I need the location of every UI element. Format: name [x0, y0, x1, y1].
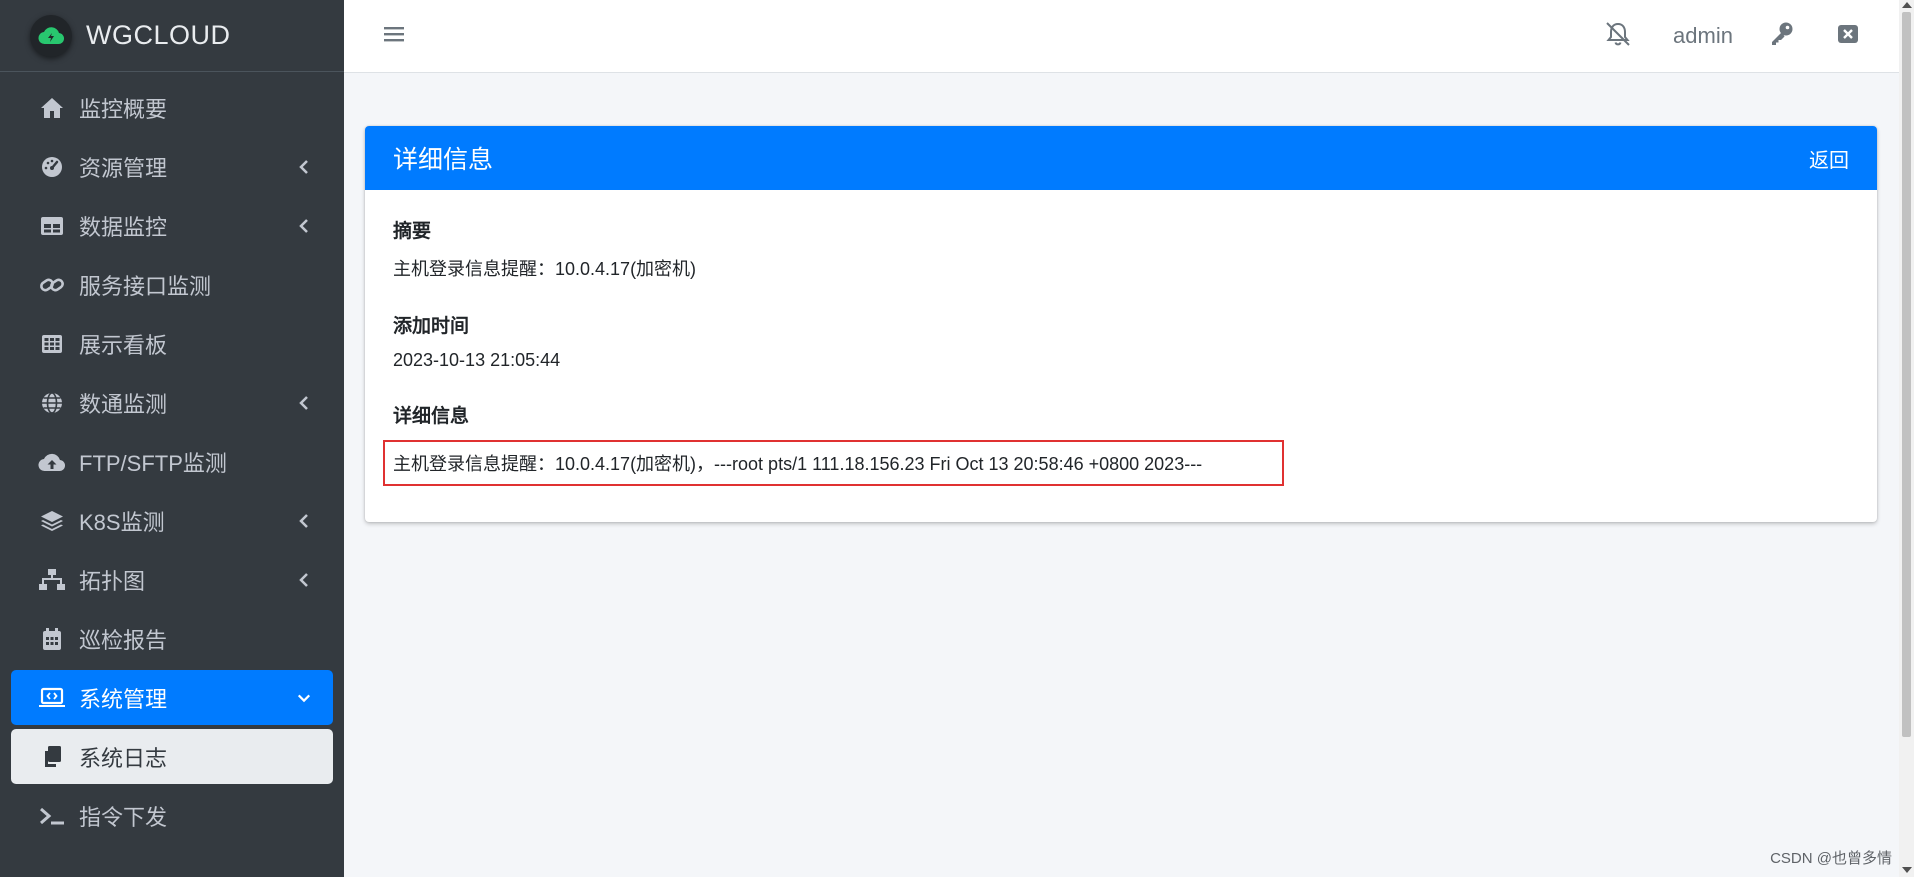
home-icon [37, 95, 67, 121]
sidebar-item-topology[interactable]: 拓扑图 [11, 552, 333, 607]
sidebar-item-system-log[interactable]: 系统日志 [11, 729, 333, 784]
sidebar-item-label: 巡检报告 [79, 627, 168, 653]
chevron-down-icon [297, 688, 311, 708]
sidebar-item-label: 服务接口监测 [79, 273, 212, 299]
back-link[interactable]: 返回 [1809, 144, 1849, 173]
sidebar-item-network-monitoring[interactable]: 数通监测 [11, 375, 333, 430]
sidebar-item-label: K8S监测 [79, 509, 165, 535]
sidebar-item-monitor-overview[interactable]: 监控概要 [11, 80, 333, 135]
sidebar-item-label: 系统管理 [79, 686, 168, 712]
sidebar-item-dashboard[interactable]: 展示看板 [11, 316, 333, 371]
card-header: 详细信息 返回 [365, 126, 1877, 190]
detail-value-highlight: 主机登录信息提醒：10.0.4.17(加密机)，---root pts/1 11… [383, 440, 1285, 486]
sidebar-item-label: 系统日志 [79, 745, 168, 771]
watermark: CSDN @也曾多情 [1770, 850, 1892, 867]
summary-label: 摘要 [393, 221, 432, 242]
cloud-upload-icon [37, 449, 67, 475]
sidebar-item-service-api-monitoring[interactable]: 服务接口监测 [11, 257, 333, 312]
username-label: admin [1673, 23, 1733, 48]
cloud-logo-icon [30, 14, 72, 57]
chevron-left-icon [297, 216, 311, 236]
key-icon [1769, 21, 1795, 52]
top-navbar: admin [344, 0, 1899, 73]
sidebar-item-label: 指令下发 [79, 804, 168, 830]
sidebar-item-k8s-monitoring[interactable]: K8S监测 [11, 493, 333, 548]
menu-toggle-button[interactable] [376, 0, 412, 72]
sidebar-item-command-dispatch[interactable]: 指令下发 [11, 788, 333, 843]
scroll-down-arrow-icon[interactable] [1902, 867, 1912, 873]
sidebar-nav: 监控概要 资源管理 数据监控 服务接口监测 展示看板 数通监测 FTP/SFTP… [0, 72, 344, 843]
sidebar-item-ftp-sftp-monitoring[interactable]: FTP/SFTP监测 [11, 434, 333, 489]
layers-icon [37, 508, 67, 534]
bell-slash-icon [1604, 21, 1632, 52]
sidebar: WGCLOUD 监控概要 资源管理 数据监控 服务接口监测 展示看板 数通监测 [0, 0, 344, 877]
card-title: 详细信息 [393, 146, 494, 174]
sidebar-item-label: 数据监控 [79, 214, 168, 240]
sitemap-icon [37, 567, 67, 593]
time-value: 2023-10-13 21:05:44 [393, 350, 561, 370]
scroll-up-arrow-icon[interactable] [1902, 2, 1912, 8]
sidebar-item-data-monitoring[interactable]: 数据监控 [11, 198, 333, 253]
sidebar-item-label: 资源管理 [79, 155, 168, 181]
grid-icon [37, 331, 67, 357]
sidebar-item-system-management[interactable]: 系统管理 [11, 670, 333, 725]
detail-card: 详细信息 返回 摘要 主机登录信息提醒：10.0.4.17(加密机) 添加时间 … [365, 126, 1877, 522]
summary-value: 主机登录信息提醒：10.0.4.17(加密机) [393, 259, 697, 279]
chevron-left-icon [297, 393, 311, 413]
link-icon [37, 272, 67, 298]
window-close-icon [1837, 24, 1859, 49]
brand-name: WGCLOUD [86, 20, 231, 50]
chevron-left-icon [297, 157, 311, 177]
sidebar-item-label: 数通监测 [79, 391, 168, 417]
sidebar-item-label: 拓扑图 [79, 568, 146, 594]
change-password-button[interactable] [1764, 0, 1800, 72]
brand-link[interactable]: WGCLOUD [0, 0, 344, 72]
globe-icon [37, 390, 67, 416]
sidebar-item-resource-management[interactable]: 资源管理 [11, 139, 333, 194]
card-body: 摘要 主机登录信息提醒：10.0.4.17(加密机) 添加时间 2023-10-… [365, 190, 1877, 512]
laptop-code-icon [37, 685, 67, 711]
chevron-left-icon [297, 511, 311, 531]
sidebar-item-label: 监控概要 [79, 96, 168, 122]
chevron-left-icon [297, 570, 311, 590]
sidebar-item-label: 展示看板 [79, 332, 168, 358]
notifications-button[interactable] [1598, 0, 1638, 72]
bars-icon [384, 25, 404, 48]
sidebar-item-inspection-report[interactable]: 巡检报告 [11, 611, 333, 666]
tachometer-icon [37, 154, 67, 180]
copy-icon [37, 744, 67, 770]
terminal-icon [37, 803, 67, 829]
calendar-icon [37, 626, 67, 652]
sidebar-item-label: FTP/SFTP监测 [79, 450, 227, 476]
user-menu-button[interactable]: admin [1664, 0, 1742, 72]
logout-button[interactable] [1830, 0, 1866, 72]
scrollbar-thumb[interactable] [1902, 12, 1911, 737]
page-scrollbar[interactable] [1899, 0, 1914, 877]
detail-value: 主机登录信息提醒：10.0.4.17(加密机)，---root pts/1 11… [393, 454, 1203, 474]
detail-label: 详细信息 [393, 406, 470, 427]
table-icon [37, 213, 67, 239]
time-label: 添加时间 [393, 316, 470, 337]
